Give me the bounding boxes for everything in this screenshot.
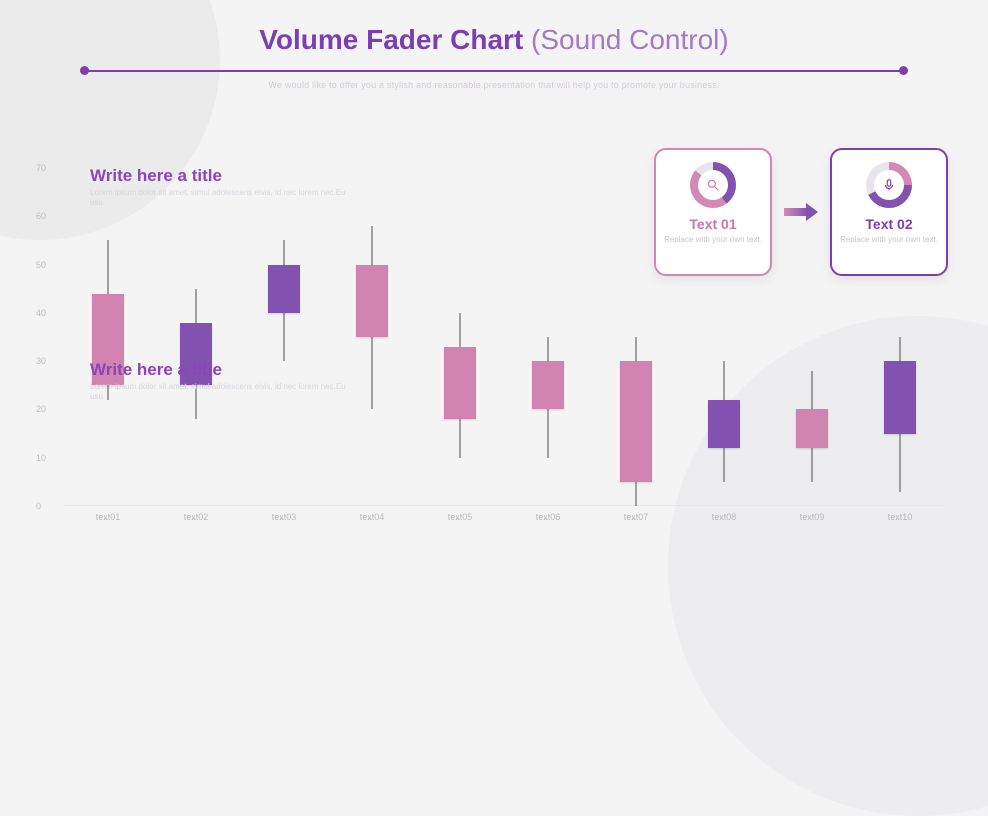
y-axis: 010203040506070 xyxy=(36,168,46,506)
search-icon xyxy=(690,162,736,208)
x-tick: text01 xyxy=(64,512,152,522)
x-axis-labels: text01text02text03text04text05text06text… xyxy=(64,512,944,522)
card-text02-body: Replace with your own text. xyxy=(840,235,938,245)
x-tick: text02 xyxy=(152,512,240,522)
microphone-icon xyxy=(866,162,912,208)
x-tick: text08 xyxy=(680,512,768,522)
candle xyxy=(513,168,583,506)
tagline: We would like to offer you a stylish and… xyxy=(0,80,988,90)
annotation-top-title: Write here a title xyxy=(90,166,350,186)
card-text01: Text 01 Replace with your own text. xyxy=(654,148,772,276)
x-tick: text10 xyxy=(856,512,944,522)
page-title: Volume Fader Chart (Sound Control) xyxy=(0,24,988,56)
divider xyxy=(84,70,904,72)
info-cards: Text 01 Replace with your own text. Text… xyxy=(654,148,948,276)
annotation-top: Write here a title Lorem ipsum dolor sit… xyxy=(90,166,350,209)
annotation-top-body: Lorem ipsum dolor sit amet, simul adoles… xyxy=(90,188,350,209)
card-text02-title: Text 02 xyxy=(865,216,912,232)
card-text01-body: Replace with your own text. xyxy=(664,235,762,245)
candle xyxy=(73,168,143,506)
x-tick: text09 xyxy=(768,512,856,522)
annotation-bottom-body: Lorem ipsum dolor sit amet, simul adoles… xyxy=(90,382,350,403)
card-text02: Text 02 Replace with your own text. xyxy=(830,148,948,276)
card-text01-title: Text 01 xyxy=(689,216,736,232)
x-tick: text03 xyxy=(240,512,328,522)
candle xyxy=(249,168,319,506)
title-main: Volume Fader Chart xyxy=(259,24,523,55)
title-sub: (Sound Control) xyxy=(523,24,728,55)
candle xyxy=(425,168,495,506)
x-tick: text07 xyxy=(592,512,680,522)
x-tick: text04 xyxy=(328,512,416,522)
candle xyxy=(337,168,407,506)
x-tick: text06 xyxy=(504,512,592,522)
arrow-icon xyxy=(784,203,818,221)
annotation-bottom: Write here a title Lorem ipsum dolor sit… xyxy=(90,360,350,403)
annotation-bottom-title: Write here a title xyxy=(90,360,350,380)
candle xyxy=(161,168,231,506)
x-tick: text05 xyxy=(416,512,504,522)
